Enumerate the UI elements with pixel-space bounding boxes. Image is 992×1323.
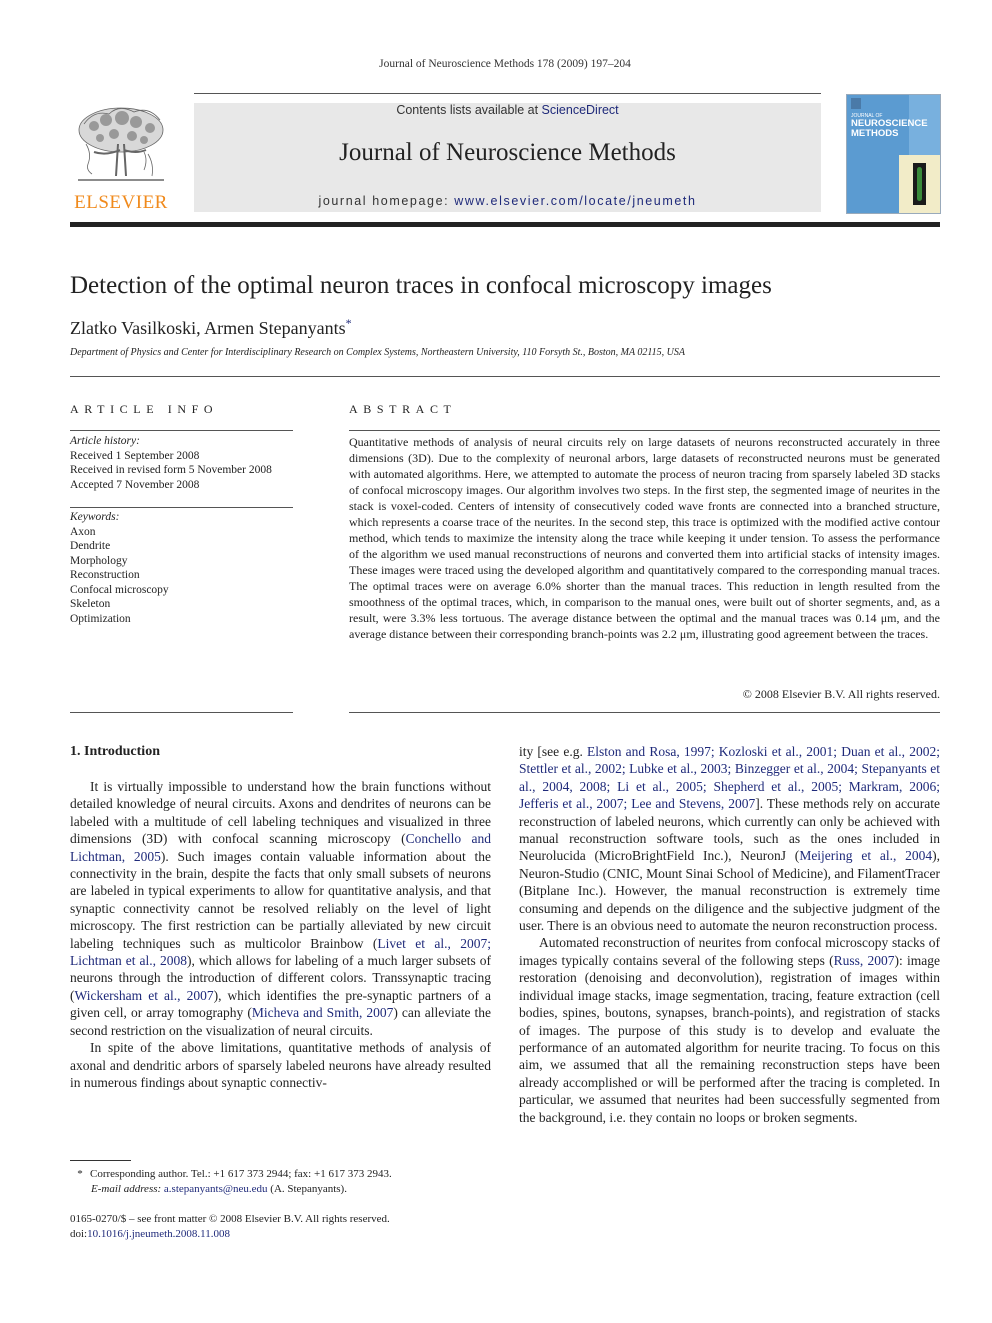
cover-stamp-icon [851,98,861,109]
tree-icon [78,107,164,181]
abstract-heading: ABSTRACT [349,402,457,416]
journal-name: Journal of Neuroscience Methods [339,139,676,166]
running-head: Journal of Neuroscience Methods 178 (200… [379,58,631,70]
cover-title-line2: METHODS [851,128,899,139]
contents-line: Contents lists available at ScienceDirec… [194,103,821,117]
citation-link[interactable]: Conchello and Lichtman, 2005 [70,831,491,863]
author-affiliation: Department of Physics and Center for Int… [70,347,686,358]
corresponding-author-footnote: * Corresponding author. Tel.: +1 617 373 … [70,1167,500,1196]
keyword: Dendrite [70,540,111,552]
email-suffix: (A. Stepanyants). [267,1182,347,1195]
elsevier-wordmark: ELSEVIER [74,192,168,213]
masthead-thick-rule [70,222,940,227]
keywords-rule [70,507,293,508]
paragraph: In spite of the above limitations, quant… [70,1040,491,1090]
citation-link[interactable]: Russ, 2007 [834,953,895,968]
article-title: Detection of the optimal neuron traces i… [70,272,772,299]
article-history: Article history: Received 1 September 20… [70,434,293,492]
abstract-copyright: © 2008 Elsevier B.V. All rights reserved… [742,687,940,701]
paragraph: Automated reconstruction of neurites fro… [519,935,941,1125]
keywords-list: Keywords: Axon Dendrite Morphology Recon… [70,510,293,626]
citation-link[interactable]: Livet et al., 2007; Lichtman et al., 200… [70,936,491,968]
section-heading-introduction: 1. Introduction [70,744,160,759]
keyword: Axon [70,525,96,538]
cover-title: NEUROSCIENCE METHODS [851,119,928,139]
homepage-link[interactable]: www.elsevier.com/locate/jneumeth [454,194,696,208]
history-accepted: Accepted 7 November 2008 [70,478,200,491]
keyword: Reconstruction [70,569,140,581]
neuron-image-icon [913,163,926,205]
body-column-left: It is virtually impossible to understand… [70,778,491,1091]
footnote-rule [70,1160,131,1161]
history-received: Received 1 September 2008 [70,449,200,462]
paragraph-continued: ity [see e.g. Elston and Rosa, 1997; Koz… [519,744,940,934]
journal-masthead: Contents lists available at ScienceDirec… [194,103,821,212]
paragraph: It is virtually impossible to understand… [70,779,492,1038]
keyword: Morphology [70,554,128,567]
citation-link[interactable]: Elston and Rosa, 1997; Kozloski et al., … [519,744,940,811]
homepage-prefix: journal homepage: [318,194,455,208]
doi-prefix: doi: [70,1228,88,1240]
article-authors: Zlatko Vasilkoski, Armen Stepanyants* [70,316,352,339]
header-rule [194,93,821,94]
contents-prefix: Contents lists available at [396,103,542,117]
email-label: E-mail address: [91,1182,162,1195]
footnote-star: * [77,1168,83,1180]
author-names: Zlatko Vasilkoski, Armen Stepanyants [70,318,346,338]
elsevier-logo[interactable]: ELSEVIER [70,104,172,216]
footnote-contact: Corresponding author. Tel.: +1 617 373 2… [90,1168,392,1180]
issn-doi-block: 0165-0270/$ – see front matter © 2008 El… [70,1212,500,1242]
email-link[interactable]: a.stepanyants@neu.edu [164,1183,268,1195]
title-rule [70,376,940,377]
issn-line: 0165-0270/$ – see front matter © 2008 El… [70,1213,390,1225]
cover-image-panel [899,155,940,213]
article-info-bottom-rule [70,712,293,713]
keyword: Optimization [70,612,131,625]
abstract-rule [349,430,940,431]
history-revised: Received in revised form 5 November 2008 [70,464,272,476]
keyword: Confocal microscopy [70,583,169,596]
citation-link[interactable]: Wickersham et al., 2007 [75,988,214,1003]
doi-link[interactable]: 10.1016/j.jneumeth.2008.11.008 [87,1228,230,1240]
abstract-text: Quantitative methods of analysis of neur… [349,435,940,641]
corresponding-author-mark[interactable]: * [346,316,352,330]
keyword: Skeleton [70,598,111,610]
keywords-label: Keywords: [70,511,120,523]
citation-link[interactable]: Meijering et al., 2004 [799,848,932,863]
article-info-heading: ARTICLE INFO [70,402,219,416]
journal-homepage: journal homepage: www.elsevier.com/locat… [194,194,821,208]
sciencedirect-link[interactable]: ScienceDirect [542,103,619,117]
history-label: Article history: [70,435,140,447]
journal-cover-thumbnail[interactable]: JOURNAL OF NEUROSCIENCE METHODS [846,94,941,214]
body-column-right: ity [see e.g. Elston and Rosa, 1997; Koz… [519,743,940,1126]
article-info-rule [70,430,293,431]
abstract-bottom-rule [349,712,940,713]
citation-link[interactable]: Micheva and Smith, 2007 [252,1005,394,1020]
